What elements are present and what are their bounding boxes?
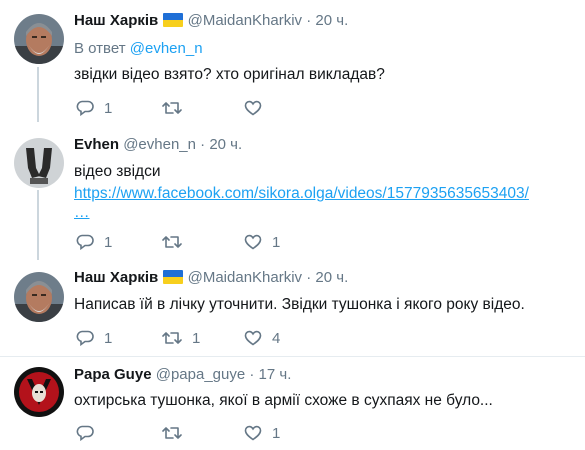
like-button[interactable]: 1 bbox=[244, 232, 280, 252]
separator-dot: · bbox=[200, 136, 206, 153]
tweet-link-more[interactable]: … bbox=[74, 204, 90, 221]
like-icon bbox=[244, 234, 262, 250]
tweet[interactable]: Papa Guye @papa_guye · 17 ч. охтирська т… bbox=[0, 357, 585, 450]
retweet-button[interactable] bbox=[162, 423, 192, 443]
ukraine-flag-icon bbox=[163, 13, 184, 27]
display-name[interactable]: Наш Харків bbox=[74, 12, 158, 29]
like-button[interactable]: 1 bbox=[244, 423, 280, 443]
tweet-link-line: https://www.facebook.com/sikora.olga/vid… bbox=[74, 185, 529, 203]
timestamp[interactable]: 17 ч. bbox=[259, 366, 292, 383]
reply-count: 1 bbox=[104, 99, 113, 117]
reply-button[interactable]: 1 bbox=[76, 98, 112, 118]
reply-icon bbox=[76, 234, 94, 250]
conversation-thread: Наш Харків @MaidanKharkiv · 20 ч. В отве… bbox=[0, 0, 585, 450]
retweet-icon bbox=[162, 427, 182, 439]
like-count: 4 bbox=[272, 329, 281, 347]
tweet-text: охтирська тушонка, якої в армії схоже в … bbox=[74, 392, 493, 409]
tweet[interactable]: Наш Харків @MaidanKharkiv · 20 ч. В отве… bbox=[0, 0, 585, 128]
retweet-button[interactable] bbox=[162, 98, 192, 118]
avatar[interactable] bbox=[14, 14, 64, 64]
tweet-link[interactable]: https://www.facebook.com/sikora.olga/vid… bbox=[74, 185, 529, 202]
tweet-text: Написав їй в лічку уточнити. Звідки тушо… bbox=[74, 296, 525, 313]
like-button[interactable]: 4 bbox=[244, 328, 280, 348]
user-handle[interactable]: @papa_guye bbox=[156, 366, 245, 383]
avatar[interactable] bbox=[14, 272, 64, 322]
like-button[interactable] bbox=[244, 98, 272, 118]
ukraine-flag-icon bbox=[163, 270, 184, 284]
display-name[interactable]: Papa Guye bbox=[74, 366, 152, 383]
tweet-text: відео звідси bbox=[74, 163, 161, 180]
user-handle[interactable]: @evhen_n bbox=[123, 136, 196, 153]
user-handle[interactable]: @MaidanKharkiv bbox=[188, 12, 302, 29]
like-icon bbox=[244, 425, 262, 441]
avatar[interactable] bbox=[14, 367, 64, 417]
reply-mention-link[interactable]: @evhen_n bbox=[130, 40, 203, 57]
tweet-link-line: … bbox=[74, 204, 90, 222]
reply-button[interactable] bbox=[76, 423, 104, 443]
tweet[interactable]: Evhen @evhen_n · 20 ч. відео звідси http… bbox=[0, 128, 585, 262]
display-name[interactable]: Evhen bbox=[74, 136, 119, 153]
tweet-header: Papa Guye @papa_guye · 17 ч. bbox=[74, 366, 291, 383]
tweet-header: Наш Харків @MaidanKharkiv · 20 ч. bbox=[74, 12, 348, 29]
user-handle[interactable]: @MaidanKharkiv bbox=[188, 269, 302, 286]
separator-dot: · bbox=[306, 269, 312, 286]
separator-dot: · bbox=[249, 366, 255, 383]
retweet-count: 1 bbox=[192, 329, 201, 347]
reply-context: В ответ @evhen_n bbox=[74, 40, 203, 57]
reply-count: 1 bbox=[104, 329, 113, 347]
timestamp[interactable]: 20 ч. bbox=[209, 136, 242, 153]
like-count: 1 bbox=[272, 424, 281, 442]
tweet-header: Evhen @evhen_n · 20 ч. bbox=[74, 136, 242, 153]
tweet-header: Наш Харків @MaidanKharkiv · 20 ч. bbox=[74, 269, 348, 286]
retweet-icon bbox=[162, 236, 182, 248]
retweet-button[interactable] bbox=[162, 232, 192, 252]
retweet-icon bbox=[162, 102, 182, 114]
tweet-text: звідки відео взято? хто оригінал виклада… bbox=[74, 66, 385, 83]
tweet[interactable]: Наш Харків @MaidanKharkiv · 20 ч. Написа… bbox=[0, 262, 585, 356]
reply-button[interactable]: 1 bbox=[76, 328, 112, 348]
reply-icon bbox=[76, 100, 94, 116]
display-name[interactable]: Наш Харків bbox=[74, 269, 158, 286]
reply-count: 1 bbox=[104, 233, 113, 251]
like-icon bbox=[244, 330, 262, 346]
separator-dot: · bbox=[306, 12, 312, 29]
like-count: 1 bbox=[272, 233, 281, 251]
retweet-button[interactable]: 1 bbox=[162, 328, 200, 348]
like-icon bbox=[244, 100, 262, 116]
avatar[interactable] bbox=[14, 138, 64, 188]
reply-prefix: В ответ bbox=[74, 40, 126, 57]
reply-button[interactable]: 1 bbox=[76, 232, 112, 252]
retweet-icon bbox=[162, 332, 182, 344]
reply-icon bbox=[76, 330, 94, 346]
reply-icon bbox=[76, 425, 94, 441]
timestamp[interactable]: 20 ч. bbox=[315, 269, 348, 286]
timestamp[interactable]: 20 ч. bbox=[315, 12, 348, 29]
